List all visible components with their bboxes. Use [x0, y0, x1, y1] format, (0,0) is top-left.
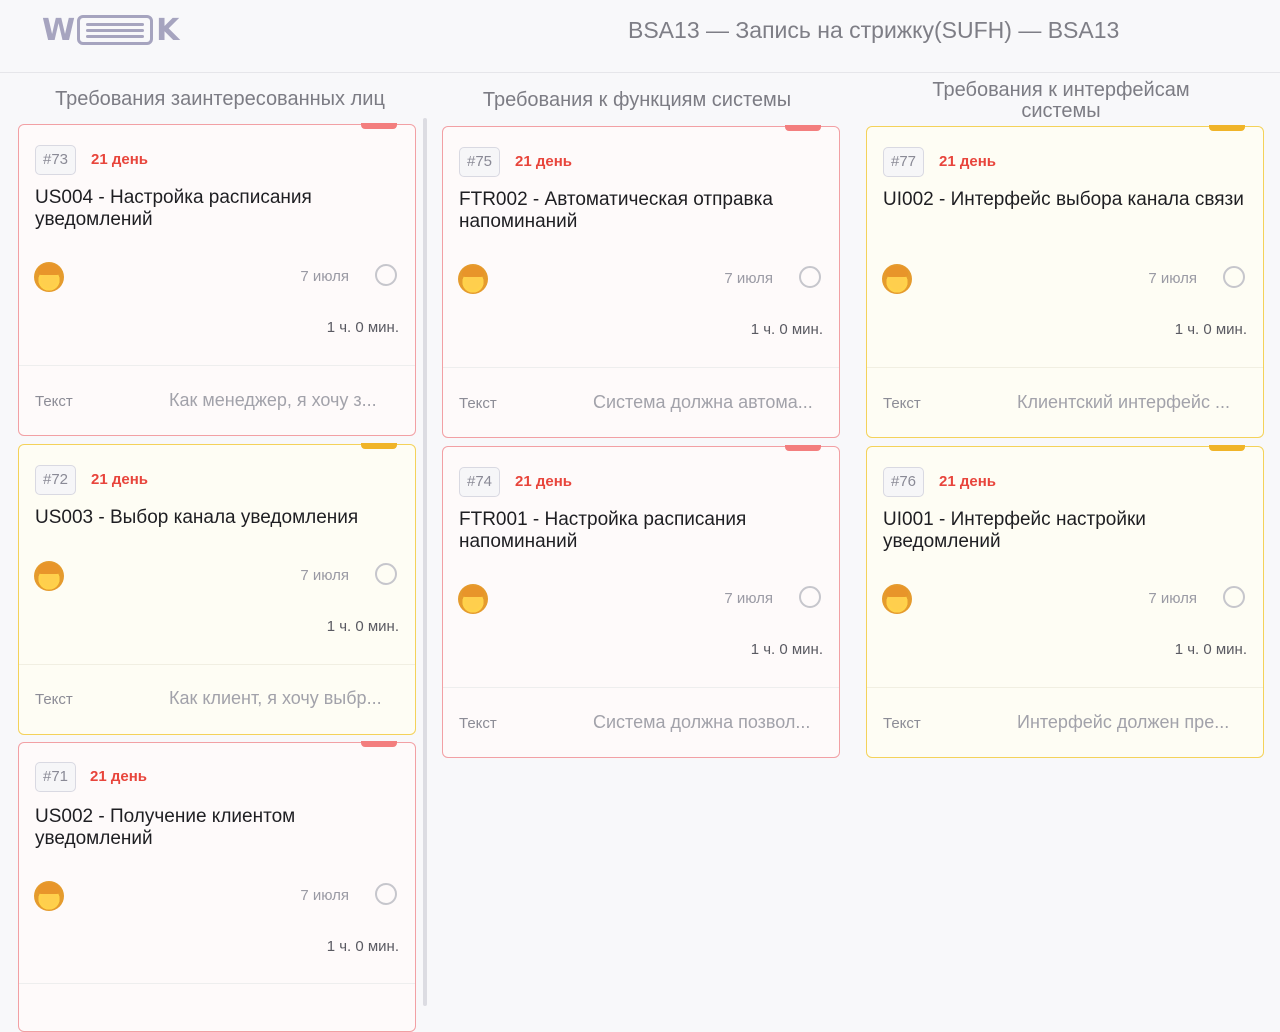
time-estimate: 1 ч. 0 мин.	[1174, 321, 1247, 338]
column-title: Требования заинтересованных лиц	[55, 88, 385, 110]
days-badge: 21 день	[939, 473, 996, 490]
field-label: Текст	[459, 715, 497, 732]
complete-checkbox-icon[interactable]	[375, 563, 397, 585]
card-divider	[19, 664, 415, 665]
days-badge: 21 день	[91, 471, 148, 488]
field-value: Клиентский интерфейс ...	[1017, 392, 1230, 412]
field-label: Текст	[35, 691, 73, 708]
time-estimate: 1 ч. 0 мин.	[326, 618, 399, 635]
column-title: Требования к интерфейсам системы	[932, 79, 1190, 122]
avatar-icon[interactable]	[458, 264, 488, 294]
task-card[interactable]: #74 21 день FTR001 - Настройка расписани…	[442, 445, 840, 758]
column-scrollbar[interactable]	[423, 118, 427, 1006]
avatar-icon[interactable]	[34, 561, 64, 591]
due-date[interactable]: 7 июля	[300, 567, 349, 584]
task-number: #77	[883, 147, 925, 177]
due-date[interactable]: 7 июля	[724, 590, 773, 607]
task-number: #76	[883, 467, 925, 497]
priority-tab	[1209, 125, 1245, 131]
complete-checkbox-icon[interactable]	[375, 883, 397, 905]
time-estimate: 1 ч. 0 мин.	[750, 321, 823, 338]
time-estimate: 1 ч. 0 мин.	[326, 319, 399, 336]
due-date[interactable]: 7 июля	[300, 268, 349, 285]
task-card[interactable]: #73 21 день US004 - Настройка расписания…	[18, 123, 416, 436]
priority-tab	[361, 443, 397, 449]
complete-checkbox-icon[interactable]	[799, 266, 821, 288]
avatar-icon[interactable]	[882, 584, 912, 614]
complete-checkbox-icon[interactable]	[1223, 266, 1245, 288]
task-number: #72	[35, 465, 77, 495]
avatar-icon[interactable]	[882, 264, 912, 294]
task-title[interactable]: FTR001 - Настройка расписания напоминани…	[459, 509, 825, 553]
task-title[interactable]: US003 - Выбор канала уведомления	[35, 507, 401, 529]
card-divider	[443, 687, 839, 688]
avatar-icon[interactable]	[34, 262, 64, 292]
days-badge: 21 день	[515, 153, 572, 170]
task-card[interactable]: #77 21 день UI002 - Интерфейс выбора кан…	[866, 125, 1264, 438]
field-label: Текст	[35, 393, 73, 410]
task-number: #73	[35, 145, 77, 175]
task-title[interactable]: FTR002 - Автоматическая отправка напомин…	[459, 189, 825, 233]
app-header: W K BSA13 — Запись на стрижку(SUFH) — BS…	[0, 0, 1280, 73]
due-date[interactable]: 7 июля	[300, 887, 349, 904]
task-number: #71	[35, 762, 77, 792]
priority-tab	[785, 445, 821, 451]
priority-tab	[1209, 445, 1245, 451]
task-card[interactable]: #76 21 день UI001 - Интерфейс настройки …	[866, 445, 1264, 758]
field-label: Текст	[459, 395, 497, 412]
task-title[interactable]: UI001 - Интерфейс настройки уведомлений	[883, 509, 1249, 553]
due-date[interactable]: 7 июля	[1148, 590, 1197, 607]
days-badge: 21 день	[515, 473, 572, 490]
field-value: Система должна автома...	[593, 392, 813, 412]
task-card[interactable]: #72 21 день US003 - Выбор канала уведомл…	[18, 443, 416, 735]
complete-checkbox-icon[interactable]	[799, 586, 821, 608]
field-value: Как клиент, я хочу выбр...	[169, 688, 382, 708]
priority-tab	[361, 123, 397, 129]
field-value: Интерфейс должен пре...	[1017, 712, 1230, 732]
task-number: #75	[459, 147, 501, 177]
field-label: Текст	[883, 395, 921, 412]
card-divider	[19, 983, 415, 984]
days-badge: 21 день	[91, 151, 148, 168]
weeek-logo[interactable]: W K	[42, 13, 179, 48]
card-divider	[19, 365, 415, 366]
time-estimate: 1 ч. 0 мин.	[1174, 641, 1247, 658]
task-card[interactable]: #75 21 день FTR002 - Автоматическая отпр…	[442, 125, 840, 438]
days-badge: 21 день	[939, 153, 996, 170]
due-date[interactable]: 7 июля	[724, 270, 773, 287]
logo-mark	[77, 15, 154, 45]
task-number: #74	[459, 467, 501, 497]
card-divider	[443, 367, 839, 368]
task-card[interactable]: #71 21 день US002 - Получение клиентом у…	[18, 741, 416, 1032]
board-title: BSA13 — Запись на стрижку(SUFH) — BSA13	[628, 17, 1120, 43]
complete-checkbox-icon[interactable]	[1223, 586, 1245, 608]
column-title: Требования к функциям системы	[482, 89, 792, 111]
priority-tab	[361, 741, 397, 747]
field-value: Как менеджер, я хочу з...	[169, 390, 377, 410]
task-title[interactable]: UI002 - Интерфейс выбора канала связи	[883, 189, 1249, 211]
complete-checkbox-icon[interactable]	[375, 264, 397, 286]
task-title[interactable]: US004 - Настройка расписания уведомлений	[35, 187, 401, 231]
priority-tab	[785, 125, 821, 131]
field-label: Текст	[883, 715, 921, 732]
avatar-icon[interactable]	[34, 881, 64, 911]
card-divider	[867, 687, 1263, 688]
field-value: Система должна позвол...	[593, 712, 811, 732]
time-estimate: 1 ч. 0 мин.	[326, 938, 399, 955]
time-estimate: 1 ч. 0 мин.	[750, 641, 823, 658]
card-divider	[867, 367, 1263, 368]
days-badge: 21 день	[90, 768, 147, 785]
due-date[interactable]: 7 июля	[1148, 270, 1197, 287]
avatar-icon[interactable]	[458, 584, 488, 614]
task-title[interactable]: US002 - Получение клиентом уведомлений	[35, 806, 401, 850]
